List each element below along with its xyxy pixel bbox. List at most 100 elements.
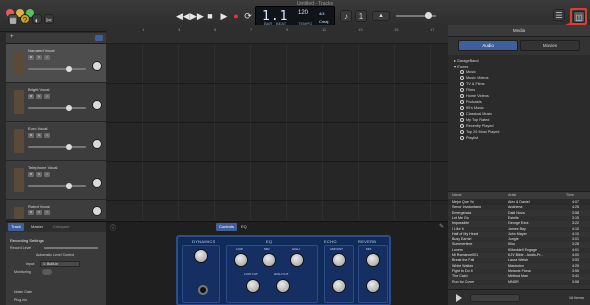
track-row[interactable]: Telephone Vocal M S ♫: [6, 161, 106, 200]
track-row[interactable]: Robot Vocal M S ♫: [6, 200, 106, 220]
mute-button[interactable]: M: [28, 94, 34, 99]
table-row[interactable]: Mi Romance001 KJV Bible - Audio-Pr... 4:00: [448, 253, 590, 258]
tree-item-music[interactable]: Music: [460, 70, 476, 74]
table-row[interactable]: Half of My Heart John Mayer 4:10: [448, 232, 590, 237]
smart-controls-button[interactable]: ◐: [32, 14, 42, 25]
tree-item-home-videos[interactable]: Home Videos: [460, 94, 489, 98]
play-icon[interactable]: ▶: [218, 10, 230, 22]
tree-item-music-videos[interactable]: Music Videos: [460, 76, 489, 80]
tab-controls[interactable]: Controls: [216, 223, 237, 231]
monitoring-toggle[interactable]: [42, 269, 52, 275]
echo-amount-knob[interactable]: [332, 253, 346, 267]
track-pan-knob[interactable]: [92, 100, 102, 110]
table-row[interactable]: Let Me Go Estelle 3:15: [448, 215, 590, 221]
input-select[interactable]: 1: Built-in: [40, 261, 80, 267]
info-icon[interactable]: ⓘ: [110, 223, 116, 232]
lcd-display[interactable]: 1.1 BAR BEAT 120 TEMPO 4/4 Cmaj: [255, 6, 335, 26]
track-volume-knob[interactable]: [66, 144, 72, 150]
play-icon[interactable]: [456, 294, 462, 302]
reverb-mix-knob[interactable]: [366, 279, 380, 293]
table-row[interactable]: I Like It James Bay 4:10: [448, 226, 590, 232]
headphones-icon[interactable]: ♫: [44, 210, 50, 215]
tree-item-podcasts[interactable]: Podcasts: [460, 100, 482, 104]
timeline-ruler[interactable]: 1 3 5 7 9 11 13 15 17: [106, 25, 448, 44]
master-volume-knob[interactable]: [425, 12, 432, 19]
table-row[interactable]: Run for Cover MNDR 3:58: [448, 279, 590, 285]
table-row[interactable]: Lovers Kilbeddell Engage 4:01: [448, 247, 590, 253]
fast-forward-icon[interactable]: ▶▶: [190, 10, 204, 22]
table-row[interactable]: Summertime Kiko 3:28: [448, 242, 590, 247]
edit-icon[interactable]: ✎: [439, 223, 444, 230]
tree-item-my-top-rated[interactable]: My Top Rated: [460, 118, 489, 122]
track-pan-knob[interactable]: [92, 61, 102, 71]
track-volume-slider[interactable]: [28, 146, 86, 148]
library-button[interactable]: ▦: [8, 14, 18, 25]
low-cut-knob[interactable]: [246, 279, 260, 293]
reverb-amount-knob[interactable]: [366, 253, 380, 267]
echo-time-knob[interactable]: [332, 279, 346, 293]
track-row[interactable]: Euro Vocal M S ♫: [6, 122, 106, 161]
search-input[interactable]: [470, 294, 520, 302]
tree-item-classical-music[interactable]: Classical Music: [460, 112, 492, 116]
tree-item-top-25[interactable]: Top 25 Most Played: [460, 130, 499, 134]
record-icon[interactable]: ●: [230, 10, 242, 22]
audio-segment[interactable]: Audio: [458, 40, 518, 51]
table-row[interactable]: Fight to Do It Melanie Fiona 3:55: [448, 268, 590, 274]
mute-button[interactable]: M: [28, 133, 34, 138]
eq-mid-knob[interactable]: [262, 253, 276, 267]
smart-quantize-icon[interactable]: [95, 35, 103, 41]
editors-button[interactable]: ✂: [44, 14, 54, 25]
tab-compare[interactable]: Compare: [50, 223, 72, 231]
table-row[interactable]: Emergencia Daki Nova 3:58: [448, 211, 590, 216]
col-time[interactable]: Time: [566, 193, 574, 197]
add-track-icon[interactable]: +: [10, 34, 14, 40]
tree-item-itunes[interactable]: ▾ iTunes: [454, 64, 468, 69]
tree-item-films[interactable]: Films: [460, 88, 475, 92]
tuner-icon[interactable]: ♪: [340, 10, 352, 22]
auto-level-checkbox-label[interactable]: Automatic Level Control: [36, 253, 74, 257]
table-row[interactable]: Break the Fall Laura Welsh 3:53: [448, 258, 590, 264]
tree-item-recently-played[interactable]: Recently Played: [460, 124, 493, 128]
solo-button[interactable]: S: [36, 210, 42, 215]
mute-button[interactable]: M: [28, 172, 34, 177]
rewind-icon[interactable]: ◀◀: [176, 10, 190, 22]
help-icon[interactable]: ?: [20, 14, 30, 25]
track-row[interactable]: Bright Vocal M S ♫: [6, 83, 106, 122]
track-pan-knob[interactable]: [92, 178, 102, 188]
track-row[interactable]: Narrated Vocal M S ♫: [6, 44, 106, 83]
solo-button[interactable]: S: [36, 172, 42, 177]
movies-segment[interactable]: Movies: [520, 40, 580, 51]
tree-item-playlist[interactable]: Playlist: [460, 136, 478, 140]
stop-icon[interactable]: ■: [204, 10, 216, 22]
solo-button[interactable]: S: [36, 94, 42, 99]
track-pan-knob[interactable]: [92, 206, 102, 216]
eq-low-knob[interactable]: [234, 253, 248, 267]
headphones-icon[interactable]: ♫: [44, 94, 50, 99]
record-level-slider[interactable]: [44, 247, 98, 249]
track-volume-knob[interactable]: [66, 105, 72, 111]
col-artist[interactable]: Artist: [508, 193, 516, 197]
metronome-icon[interactable]: ▲: [372, 11, 390, 21]
compressor-knob[interactable]: [194, 249, 208, 263]
track-volume-knob[interactable]: [66, 66, 72, 72]
high-cut-knob[interactable]: [276, 279, 290, 293]
headphones-icon[interactable]: ♫: [44, 172, 50, 177]
tab-track[interactable]: Track: [8, 223, 24, 231]
tab-master[interactable]: Master: [28, 223, 46, 231]
track-pan-knob[interactable]: [92, 139, 102, 149]
solo-button[interactable]: S: [36, 55, 42, 60]
headphones-icon[interactable]: ♫: [44, 55, 50, 60]
track-volume-slider[interactable]: [28, 107, 86, 109]
table-row[interactable]: Busy Earnin' Jungle 3:01: [448, 237, 590, 243]
cycle-icon[interactable]: ⟳: [242, 10, 254, 22]
mute-button[interactable]: M: [28, 210, 34, 215]
track-volume-knob[interactable]: [66, 183, 72, 189]
tracks-grid[interactable]: [106, 44, 448, 220]
eq-high-knob[interactable]: [290, 253, 304, 267]
tree-item-90s-music[interactable]: 90's Music: [460, 106, 484, 110]
tree-item-tv-films[interactable]: TV & Films: [460, 82, 485, 86]
track-volume-slider[interactable]: [28, 68, 86, 70]
tab-eq[interactable]: EQ: [238, 223, 250, 231]
solo-button[interactable]: S: [36, 133, 42, 138]
table-row[interactable]: White Walker Mastodon 4:25: [448, 264, 590, 269]
